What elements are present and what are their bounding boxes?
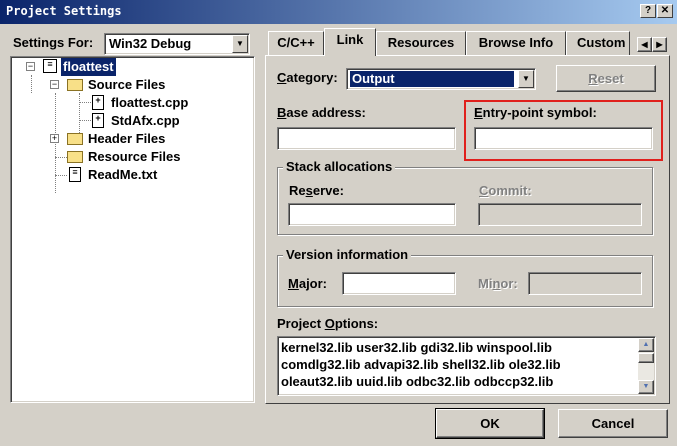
- highlight-box: [464, 100, 663, 161]
- tree-item-source-files[interactable]: Source Files: [88, 76, 165, 94]
- major-label: Major:: [288, 276, 328, 291]
- tree-item-stdafx-cpp[interactable]: StdAfx.cpp: [111, 112, 180, 130]
- chevron-down-icon[interactable]: ▼: [232, 35, 248, 53]
- version-info-label: Version information: [283, 247, 412, 262]
- scroll-thumb[interactable]: [638, 353, 654, 363]
- stack-allocations-label: Stack allocations: [283, 159, 396, 174]
- cpp-file-icon: +: [92, 113, 104, 128]
- minor-label: Minor:: [478, 276, 518, 291]
- project-tree[interactable]: − ≡ floattest − Source Files + floattest…: [10, 56, 255, 403]
- configuration-value: Win32 Debug: [109, 36, 192, 51]
- chevron-down-icon[interactable]: ▼: [518, 70, 534, 88]
- category-label: Category:: [277, 70, 338, 85]
- expand-header-toggle[interactable]: +: [50, 134, 59, 143]
- text-file-icon: ≡: [69, 167, 81, 182]
- tab-scroll-left-icon[interactable]: ◀: [637, 37, 652, 52]
- tree-item-resource-files[interactable]: Resource Files: [88, 148, 181, 166]
- tree-item-floattest-cpp[interactable]: floattest.cpp: [111, 94, 188, 112]
- project-options-textarea[interactable]: kernel32.lib user32.lib gdi32.lib winspo…: [277, 336, 656, 396]
- tab-resources[interactable]: Resources: [376, 31, 466, 55]
- project-icon: ≡: [43, 59, 57, 73]
- base-address-input[interactable]: [277, 127, 456, 150]
- ok-button[interactable]: OK: [435, 408, 545, 439]
- project-options-line-1: kernel32.lib user32.lib gdi32.lib winspo…: [281, 340, 552, 355]
- options-scrollbar[interactable]: ▲ ▼: [638, 338, 654, 394]
- window-title: Project Settings: [6, 4, 122, 18]
- tab-browse-info[interactable]: Browse Info: [466, 31, 566, 55]
- minor-input: [528, 272, 642, 295]
- reset-button: Reset: [556, 65, 656, 92]
- project-options-line-3: oleaut32.lib uuid.lib odbc32.lib odbccp3…: [281, 374, 554, 389]
- category-value: Output: [350, 71, 514, 87]
- commit-label: Commit:: [479, 183, 532, 198]
- category-select[interactable]: Output ▼: [346, 68, 536, 90]
- scroll-down-icon[interactable]: ▼: [638, 380, 654, 394]
- tab-custom[interactable]: Custom: [566, 31, 630, 55]
- project-options-line-2: comdlg32.lib advapi32.lib shell32.lib ol…: [281, 357, 561, 372]
- tree-item-readme[interactable]: ReadMe.txt: [88, 166, 157, 184]
- project-options-label: Project Options:: [277, 316, 379, 331]
- tab-cpp[interactable]: C/C++: [268, 31, 324, 55]
- major-input[interactable]: [342, 272, 456, 295]
- base-address-label: Base address:: [277, 105, 366, 120]
- folder-icon: [67, 133, 83, 145]
- tab-link[interactable]: Link: [324, 28, 376, 56]
- tab-scroll-right-icon[interactable]: ▶: [652, 37, 667, 52]
- commit-input: [478, 203, 642, 226]
- reserve-label: Reserve:: [289, 183, 344, 198]
- help-button[interactable]: ?: [640, 4, 656, 18]
- tree-item-project[interactable]: floattest: [61, 58, 116, 76]
- collapse-project-toggle[interactable]: −: [26, 62, 35, 71]
- title-bar: Project Settings ? ✕: [0, 0, 677, 24]
- collapse-source-toggle[interactable]: −: [50, 80, 59, 89]
- close-button[interactable]: ✕: [657, 4, 673, 18]
- configuration-select[interactable]: Win32 Debug ▼: [104, 33, 250, 55]
- cpp-file-icon: +: [92, 95, 104, 110]
- tree-item-header-files[interactable]: Header Files: [88, 130, 165, 148]
- folder-icon: [67, 151, 83, 163]
- cancel-button[interactable]: Cancel: [558, 409, 668, 438]
- open-folder-icon: [67, 79, 83, 91]
- scroll-up-icon[interactable]: ▲: [638, 338, 654, 352]
- reserve-input[interactable]: [288, 203, 456, 226]
- settings-for-label: Settings For:: [13, 35, 94, 50]
